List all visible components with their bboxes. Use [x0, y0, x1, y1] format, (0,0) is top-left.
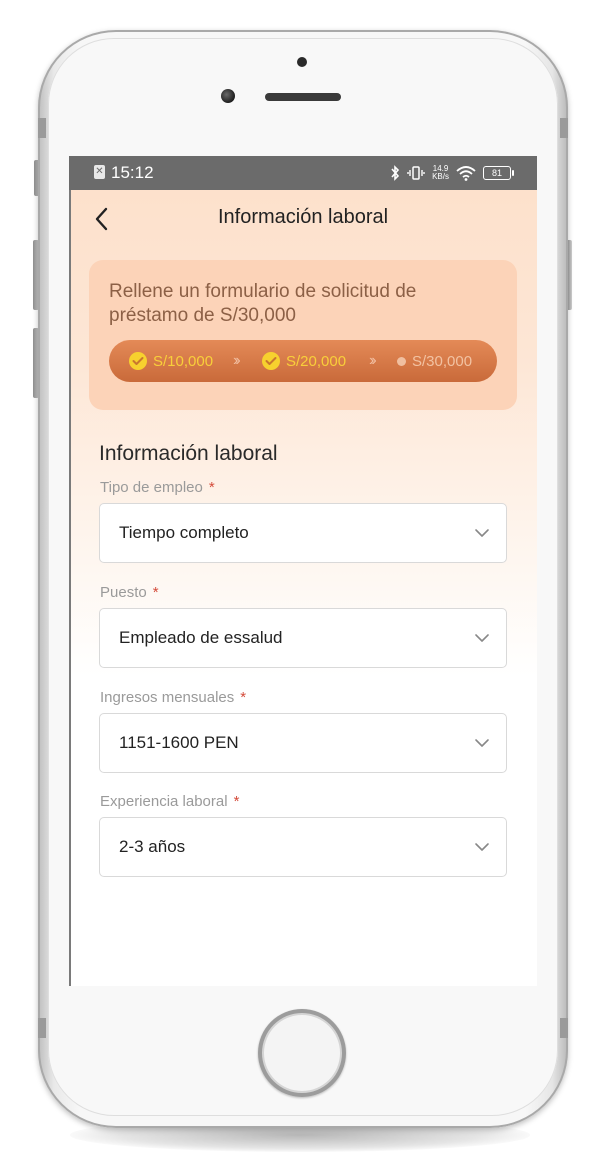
required-mark: * — [208, 479, 215, 496]
promo-text: Rellene un formulario de solicitud de pr… — [109, 281, 417, 326]
step-2: S/20,000 — [262, 340, 346, 382]
step-3-label: S/30,000 — [412, 352, 473, 370]
employment-type-label: Tipo de empleo * — [100, 479, 215, 496]
required-mark: * — [240, 689, 247, 706]
network-speed: 14.9 KB/s — [432, 165, 449, 181]
status-bar: ✕ 15:12 14.9 KB/s 81 — [69, 156, 537, 190]
step-1-label: S/10,000 — [153, 352, 214, 370]
select-value: Tiempo completo — [119, 523, 249, 542]
front-camera — [297, 57, 307, 67]
earpiece-speaker — [265, 93, 341, 101]
field-label-text: Puesto — [100, 584, 147, 601]
position-select[interactable]: Empleado de essalud — [99, 608, 507, 668]
status-time: 15:12 — [111, 163, 154, 182]
select-value: 1151-1600 PEN — [119, 733, 239, 752]
step-3: S/30,000 — [397, 340, 472, 382]
double-chevron-icon: ›› — [369, 352, 376, 369]
employment-type-select[interactable]: Tiempo completo — [99, 503, 507, 563]
work-experience-select[interactable]: 2-3 años — [99, 817, 507, 877]
antenna-band — [560, 1018, 568, 1038]
work-experience-label: Experiencia laboral * — [100, 793, 239, 810]
chevron-down-icon — [475, 739, 489, 747]
double-chevron-icon: ›› — [233, 352, 240, 369]
required-mark: * — [233, 793, 240, 810]
monthly-income-select[interactable]: 1151-1600 PEN — [99, 713, 507, 773]
check-icon — [262, 352, 280, 370]
loan-progress: S/10,000 ›› S/20,000 ›› S/30,000 — [109, 340, 497, 382]
battery-icon: 81 — [483, 166, 514, 180]
pending-dot-icon — [397, 356, 406, 366]
loan-promo-card: Rellene un formulario de solicitud de pr… — [89, 260, 517, 410]
field-label-text: Tipo de empleo — [100, 479, 203, 496]
sim-icon: ✕ — [94, 165, 105, 179]
field-label-text: Experiencia laboral — [100, 793, 228, 810]
section-title: Información laboral — [99, 442, 278, 465]
step-2-label: S/20,000 — [286, 352, 347, 370]
phone-screen: ✕ 15:12 14.9 KB/s 81 Información laboral… — [69, 156, 537, 986]
select-value: Empleado de essalud — [119, 628, 283, 647]
battery-level: 81 — [491, 168, 502, 178]
antenna-band — [560, 118, 568, 138]
field-label-text: Ingresos mensuales — [100, 689, 235, 706]
screen-edge — [69, 190, 71, 986]
select-value: 2-3 años — [119, 837, 186, 856]
chevron-down-icon — [475, 843, 489, 851]
monthly-income-label: Ingresos mensuales * — [100, 689, 246, 706]
position-label: Puesto * — [100, 584, 159, 601]
required-mark: * — [152, 584, 159, 601]
antenna-band — [38, 1018, 46, 1038]
status-icons: 14.9 KB/s 81 — [390, 162, 514, 184]
app-bar: Información laboral — [69, 190, 537, 246]
network-speed-unit: KB/s — [432, 172, 449, 181]
stage: ✕ 15:12 14.9 KB/s 81 Información laboral… — [0, 0, 600, 1168]
step-1: S/10,000 — [129, 340, 213, 382]
proximity-sensor — [221, 89, 235, 103]
chevron-down-icon — [475, 634, 489, 642]
chevron-down-icon — [475, 529, 489, 537]
wifi-icon — [456, 166, 476, 181]
check-icon — [129, 352, 147, 370]
home-button[interactable] — [258, 1009, 346, 1097]
page-title: Información laboral — [217, 206, 389, 228]
vibrate-icon — [407, 166, 425, 180]
bluetooth-icon — [391, 165, 400, 181]
antenna-band — [38, 118, 46, 138]
